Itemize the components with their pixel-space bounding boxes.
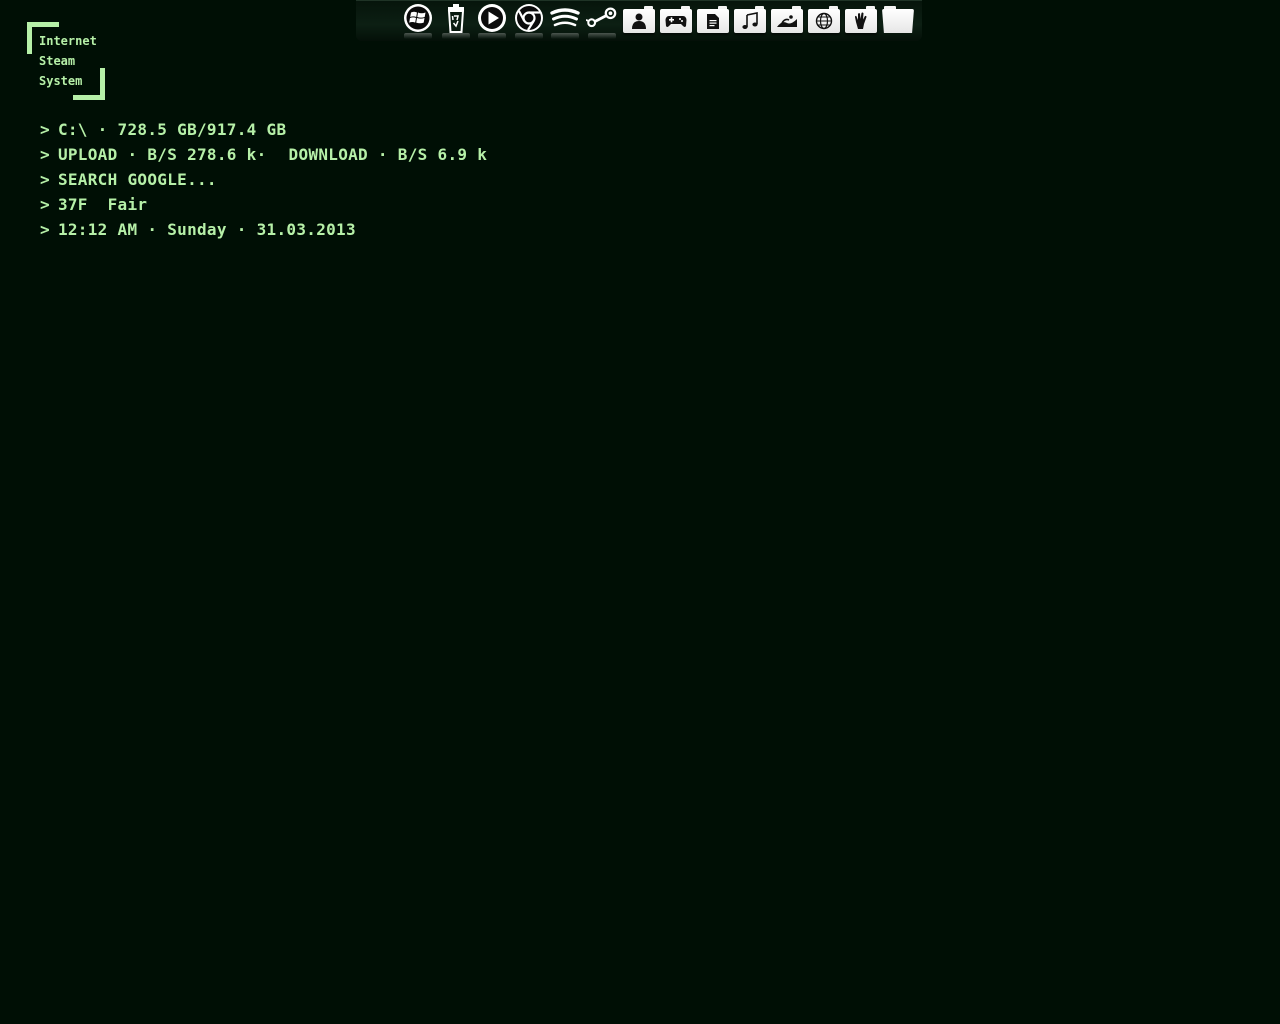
upload-speed-text: UPLOAD · B/S 278.6 k·: [57, 145, 267, 164]
system-info-console: > C:\ · 728.5 GB/917.4 GB > UPLOAD · B/S 2…: [40, 119, 487, 244]
media-player-icon[interactable]: [476, 2, 508, 34]
games-folder-icon[interactable]: [660, 6, 692, 33]
folder-icon[interactable]: [882, 6, 914, 33]
launcher-system-link[interactable]: System: [39, 74, 82, 88]
pictures-folder-icon[interactable]: [771, 6, 803, 33]
search-google-input[interactable]: SEARCH GOOGLE...: [58, 170, 217, 189]
download-speed-text: DOWNLOAD · B/S 6.9 k: [288, 145, 488, 164]
prompt-symbol: >: [40, 120, 50, 139]
weather-temperature: 37F: [57, 195, 88, 214]
steam-icon[interactable]: [586, 2, 618, 34]
launcher-steam-link[interactable]: Steam: [39, 54, 75, 68]
chrome-icon[interactable]: [513, 2, 545, 34]
spotify-icon[interactable]: [549, 2, 581, 34]
weather-condition: Fair: [107, 195, 148, 214]
dock-bar: [356, 0, 922, 41]
music-folder-icon[interactable]: [734, 6, 766, 33]
launcher-internet-link[interactable]: Internet: [39, 34, 97, 48]
prompt-symbol: >: [40, 220, 50, 239]
weather-line: >37F Fair: [40, 194, 487, 219]
datetime-line: >12:12 AM · Sunday · 31.03.2013: [40, 219, 487, 244]
user-folder-icon[interactable]: [623, 6, 655, 33]
windows-start-icon[interactable]: [402, 2, 434, 34]
disk-usage-text: C:\ · 728.5 GB/917.4 GB: [57, 120, 287, 139]
search-line: > SEARCH GOOGLE...: [40, 169, 487, 194]
prompt-symbol: >: [40, 170, 50, 189]
recycle-bin-icon[interactable]: [440, 2, 472, 34]
disk-usage-line: > C:\ · 728.5 GB/917.4 GB: [40, 119, 487, 144]
documents-folder-icon[interactable]: [697, 6, 729, 33]
launcher-widget: Internet Steam System: [27, 22, 105, 100]
network-folder-icon[interactable]: [808, 6, 840, 33]
shared-folder-icon[interactable]: [845, 6, 877, 33]
datetime-text: 12:12 AM · Sunday · 31.03.2013: [57, 220, 356, 239]
prompt-symbol: >: [40, 145, 50, 164]
network-line: > UPLOAD · B/S 278.6 k· DOWNLOAD · B/S 6.9…: [40, 144, 487, 169]
prompt-symbol: >: [40, 195, 50, 214]
